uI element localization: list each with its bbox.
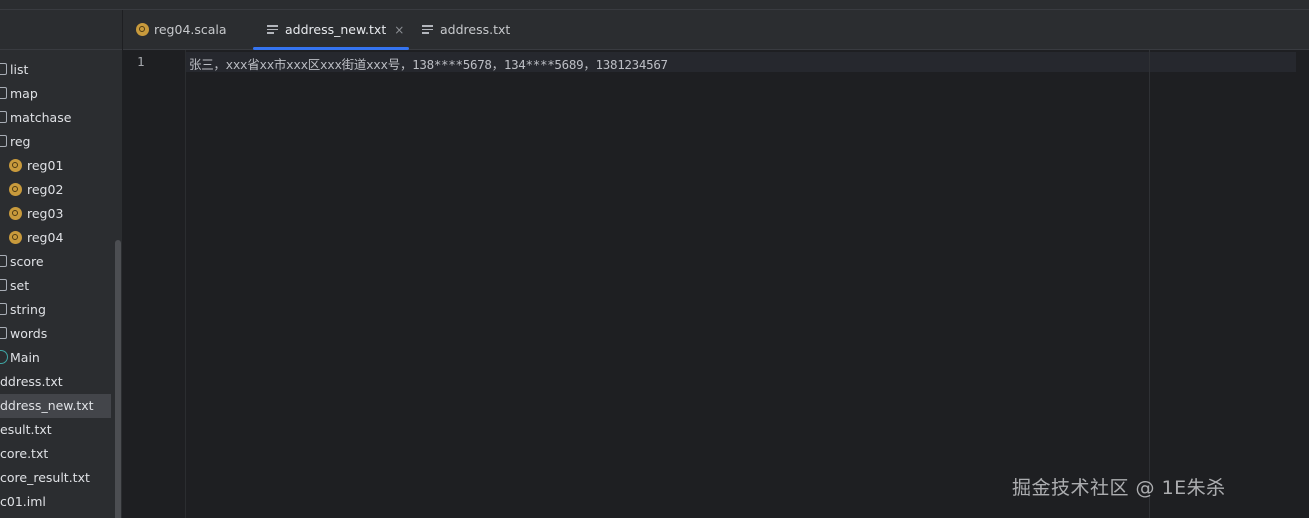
folder-icon [0, 111, 7, 123]
folder-icon [0, 255, 7, 267]
scala-object-icon [9, 207, 22, 220]
tree-item-set[interactable]: set [0, 274, 112, 298]
tree-item-reg[interactable]: reg [0, 130, 112, 154]
tree-item-label: ddress.txt [0, 374, 63, 389]
text-file-icon [267, 25, 278, 34]
line-number: 1 [137, 54, 145, 69]
watermark: 掘金技术社区 @ 1E朱杀 [1012, 477, 1226, 499]
tab-label: reg04.scala [154, 22, 227, 37]
tree-item-label: ddress_new.txt [0, 398, 94, 413]
tree-item-main[interactable]: Main [0, 346, 112, 370]
folder-icon [0, 87, 7, 99]
folder-icon [0, 303, 7, 315]
tree-item-iml[interactable]: c01.iml [0, 490, 112, 514]
tree-item-label: reg01 [27, 158, 64, 173]
tree-item-map[interactable]: map [0, 82, 112, 106]
scala-file-icon [136, 23, 149, 36]
title-bar-strip [0, 0, 1309, 10]
tree-item-list[interactable]: list [0, 58, 112, 82]
tab-address-new-txt[interactable]: address_new.txt × [253, 10, 409, 50]
tree-item-result-txt[interactable]: esult.txt [0, 418, 112, 442]
tree-item-string[interactable]: string [0, 298, 112, 322]
tree-item-label: core.txt [0, 446, 49, 461]
folder-icon [0, 63, 7, 75]
tree-item-address-new-txt[interactable]: ddress_new.txt [0, 394, 111, 418]
tree-item-score-txt[interactable]: core.txt [0, 442, 112, 466]
tab-address-txt[interactable]: address.txt [422, 10, 510, 49]
tree-item-label: list [10, 62, 29, 77]
tree-item-label: c01.iml [0, 494, 46, 509]
tree-item-words[interactable]: words [0, 322, 112, 346]
tree-item-label: string [10, 302, 46, 317]
tree-item-label: words [10, 326, 48, 341]
tree-item-address-txt[interactable]: ddress.txt [0, 370, 112, 394]
editor-scrollbar[interactable] [1296, 50, 1309, 518]
active-tab-indicator [253, 47, 409, 50]
tree-item-reg03[interactable]: reg03 [9, 202, 112, 226]
tree-item-label: reg03 [27, 206, 64, 221]
tree-item-label: esult.txt [0, 422, 52, 437]
scala-main-icon [0, 350, 8, 364]
tree-item-reg01[interactable]: reg01 [9, 154, 112, 178]
tree-item-label: set [10, 278, 30, 293]
project-tree: list map matchase reg reg01 reg02 reg03 … [0, 10, 123, 518]
folder-icon [0, 327, 7, 339]
scala-object-icon [9, 231, 22, 244]
folder-icon [0, 279, 7, 291]
line-number-gutter: 1 [123, 50, 186, 518]
right-margin-guide [1149, 50, 1150, 518]
scala-object-icon [9, 183, 22, 196]
tree-item-reg02[interactable]: reg02 [9, 178, 112, 202]
editor-line[interactable]: 张三，xxx省xx市xxx区xxx街道xxx号，138****5678，134*… [189, 54, 668, 73]
tree-item-label: map [10, 86, 38, 101]
tab-reg04-scala[interactable]: reg04.scala [136, 10, 227, 49]
tree-item-label: reg04 [27, 230, 64, 245]
divider [0, 49, 122, 50]
tree-item-matchase[interactable]: matchase [0, 106, 112, 130]
tree-item-label: core_result.txt [0, 470, 90, 485]
close-icon[interactable]: × [394, 23, 404, 37]
tree-item-label: reg [10, 134, 31, 149]
folder-icon [0, 135, 7, 147]
tree-item-label: reg02 [27, 182, 64, 197]
tab-label: address.txt [440, 22, 511, 37]
scala-object-icon [9, 159, 22, 172]
sidebar-scrollbar[interactable] [115, 240, 121, 518]
tree-item-score-result-txt[interactable]: core_result.txt [0, 466, 112, 490]
tab-label: address_new.txt [285, 22, 387, 37]
tree-item-label: Main [10, 350, 40, 365]
tree-item-reg04[interactable]: reg04 [9, 226, 112, 250]
editor-tab-bar: reg04.scala address_new.txt × address.txt [123, 10, 1309, 50]
tree-item-label: score [10, 254, 44, 269]
tree-item-score[interactable]: score [0, 250, 112, 274]
tree-item-label: matchase [10, 110, 72, 125]
text-file-icon [422, 25, 433, 34]
